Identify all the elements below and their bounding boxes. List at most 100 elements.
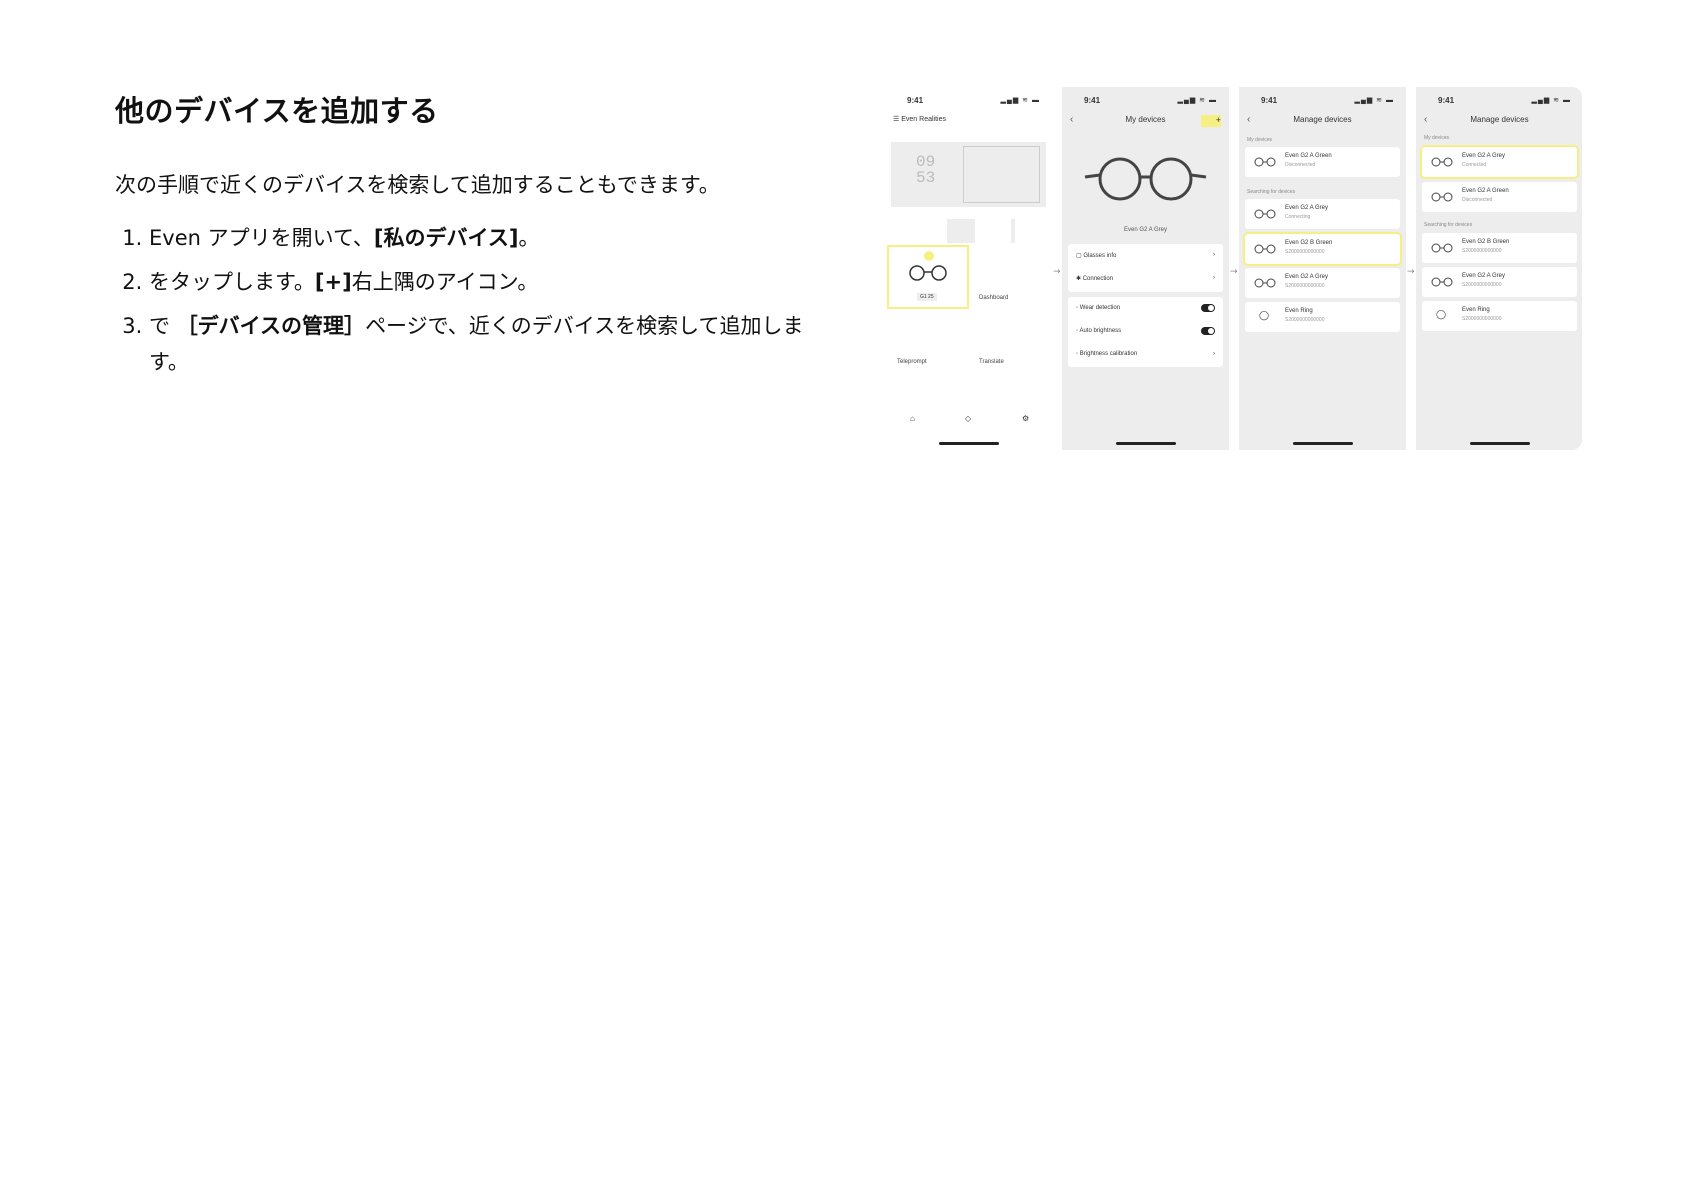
step-text: Even アプリを開いて、: [149, 226, 374, 250]
clock-hours: 09: [916, 153, 936, 171]
device-row[interactable]: ◯ Even Ring S2000000000000: [1245, 302, 1400, 332]
dashboard-tile[interactable]: Dashboard: [971, 247, 1049, 307]
translate-tile[interactable]: Translate: [971, 311, 1049, 371]
step-text: 右上隅のアイコン。: [351, 270, 539, 294]
step-bold: [+]: [314, 270, 352, 294]
device-status: Connected: [1462, 162, 1487, 168]
device-row[interactable]: ◯ Even Ring S2000000000000: [1422, 301, 1577, 331]
arrow-icon: →: [1407, 267, 1415, 277]
home-indicator: [1292, 442, 1353, 445]
glasses-image: [1084, 157, 1207, 201]
device-name: Even Ring: [1285, 308, 1313, 314]
wear-detection-item[interactable]: ◦ Wear detection: [1076, 304, 1215, 312]
ring-icon: ◯: [1436, 309, 1447, 319]
document-body: 他のデバイスを追加する 次の手順で近くのデバイスを検索して追加することもできます…: [115, 88, 815, 388]
menu-label: Glasses info: [1083, 253, 1117, 259]
chevron-right-icon: ›: [1213, 351, 1215, 357]
arrow-icon: →: [1230, 267, 1238, 277]
battery-label: G1 25: [917, 293, 937, 301]
add-device-button[interactable]: +: [1201, 115, 1221, 127]
intro-paragraph: 次の手順で近くのデバイスを検索して追加することもできます。: [115, 173, 720, 197]
home-indicator: [1115, 442, 1176, 445]
device-row[interactable]: Even G2 A Grey Connected: [1420, 145, 1579, 179]
device-row[interactable]: Even G2 A Grey S2000000000000: [1245, 268, 1400, 298]
connection-item[interactable]: ✱ Connection ›: [1076, 275, 1215, 282]
clock-minutes: 53: [916, 169, 936, 187]
action-tile[interactable]: [1015, 219, 1046, 243]
device-status: Disconnected: [1462, 197, 1493, 203]
step-item: をタップします。[+]右上隅のアイコン。: [149, 264, 815, 300]
brightness-calibration-item[interactable]: ◦ Brightness calibration ›: [1076, 351, 1215, 357]
glasses-icon: [1254, 278, 1276, 288]
settings-icon[interactable]: ⚙: [1022, 414, 1029, 423]
device-row[interactable]: Even G2 A Green Disconnected: [1422, 182, 1577, 212]
status-icons: ▂▄▆ ≋ ▬: [1531, 97, 1571, 104]
step-item: で ［デバイスの管理］ページで、近くのデバイスを検索して追加します。: [149, 308, 815, 380]
device-name: Even G2 A Green: [1285, 153, 1332, 159]
device-serial: S2000000000000: [1285, 317, 1325, 323]
device-name: Even G2 B Green: [1462, 239, 1510, 245]
home-indicator: [938, 442, 999, 445]
glasses-info-item[interactable]: ▢ Glasses info ›: [1076, 252, 1215, 259]
toggle-switch[interactable]: [1201, 304, 1215, 312]
device-serial: S2000000000000: [1285, 283, 1325, 289]
step-item: Even アプリを開いて、[私のデバイス]。: [149, 220, 815, 256]
app-screenshots: 9:41 ▂▄▆ ≋ ▬ ☰ Even Realities 09 53 G1 25…: [885, 87, 1582, 450]
menu-label: Brightness calibration: [1079, 351, 1138, 357]
status-time: 9:41: [1438, 96, 1455, 105]
chevron-right-icon: ›: [1213, 275, 1215, 281]
device-name: Even G2 A Grey: [1123, 227, 1168, 233]
ring-icon: ◯: [1259, 310, 1270, 320]
section-label: Searching for devices: [1424, 222, 1473, 228]
clock: 09 53: [916, 154, 935, 186]
screen-my-devices: 9:41 ▂▄▆ ≋ ▬ ‹ My devices + Even G2 A Gr…: [1062, 87, 1229, 450]
glasses-icon: [1431, 277, 1453, 287]
arrow-icon: →: [1053, 267, 1061, 277]
screen-header: Manage devices: [1293, 115, 1352, 124]
glasses-icon: [1254, 157, 1276, 167]
step-text: 。: [518, 226, 540, 250]
step-bold: [私のデバイス]: [373, 226, 519, 250]
step-text: で: [149, 314, 177, 338]
tile-label: Translate: [979, 359, 1004, 365]
menu-card: ▢ Glasses info › ✱ Connection ›: [1068, 244, 1223, 292]
glasses-icon: [909, 265, 947, 281]
device-serial: S2000000000000: [1462, 316, 1502, 322]
status-time: 9:41: [907, 96, 924, 105]
glasses-icon: [1431, 192, 1453, 202]
glasses-tile[interactable]: G1 25: [887, 245, 969, 309]
glasses-icon: [1431, 243, 1453, 253]
glasses-icon: [1254, 209, 1276, 219]
device-row[interactable]: Even G2 A Grey S2000000000000: [1422, 267, 1577, 297]
device-serial: S2000000000000: [1462, 248, 1502, 254]
toggle-switch[interactable]: [1201, 327, 1215, 335]
action-tile[interactable]: [891, 219, 947, 243]
steps-list: Even アプリを開いて、[私のデバイス]。 をタップします。[+]右上隅のアイ…: [115, 220, 815, 380]
device-serial: S2000000000000: [1462, 282, 1502, 288]
device-name: Even G2 A Green: [1462, 188, 1509, 194]
step-text: をタップします。: [149, 270, 315, 294]
status-icons: ▂▄▆ ≋ ▬: [1000, 97, 1040, 104]
device-name: Even G2 A Grey: [1285, 205, 1329, 211]
screen-header: Manage devices: [1470, 115, 1529, 124]
tile-label: Teleprompt: [897, 359, 927, 365]
action-tile[interactable]: [975, 219, 1011, 243]
home-indicator: [1469, 442, 1530, 445]
screen-manage-devices-searching: 9:41 ▂▄▆ ≋ ▬ ‹ Manage devices My devices…: [1239, 87, 1406, 450]
explore-icon[interactable]: ◇: [965, 414, 971, 423]
device-row[interactable]: Even G2 A Green Disconnected: [1245, 147, 1400, 177]
menu-label: Wear detection: [1079, 305, 1121, 311]
device-status: Connecting: [1285, 214, 1311, 220]
home-icon[interactable]: ⌂: [910, 414, 915, 423]
status-icons: ▂▄▆ ≋ ▬: [1177, 97, 1217, 104]
device-row[interactable]: Even G2 A Grey Connecting: [1245, 199, 1400, 229]
section-label: Searching for devices: [1247, 189, 1296, 195]
device-row[interactable]: Even G2 B Green S2000000000000: [1243, 232, 1402, 266]
device-name: Even G2 A Grey: [1462, 153, 1506, 159]
device-row[interactable]: Even G2 B Green S2000000000000: [1422, 233, 1577, 263]
device-serial: S2000000000000: [1285, 249, 1325, 255]
menu-label: Connection: [1082, 276, 1114, 282]
auto-brightness-item[interactable]: ◦ Auto brightness: [1076, 327, 1215, 335]
app-title: ☰ Even Realities: [893, 116, 946, 123]
teleprompt-tile[interactable]: Teleprompt: [889, 311, 967, 371]
